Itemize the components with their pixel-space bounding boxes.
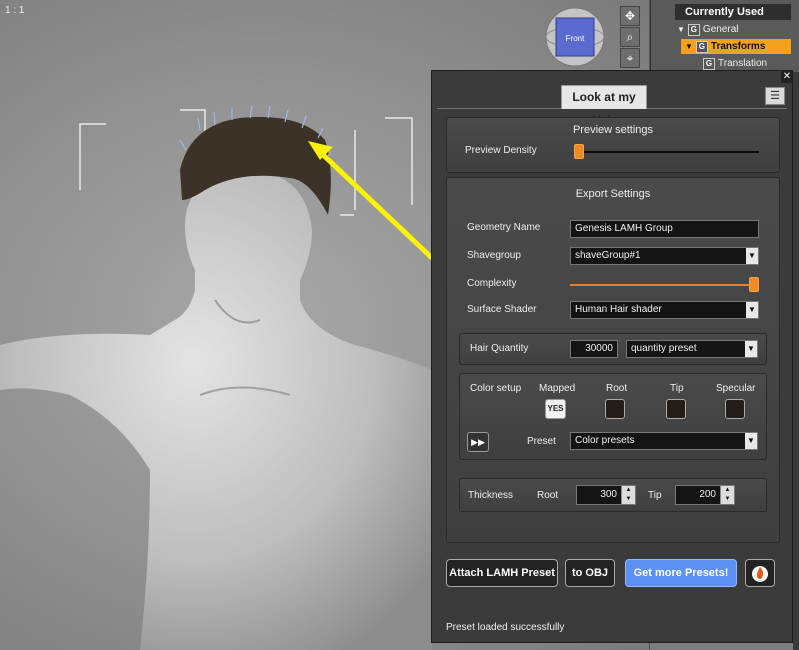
thickness-tip-value: 200 [699, 489, 716, 500]
thickness-tip-label: Tip [648, 490, 662, 501]
quantity-preset-value: quantity preset [631, 343, 697, 354]
stepper-buttons[interactable]: ▲ ▼ [621, 486, 635, 504]
nav-cube-label: Front [566, 34, 585, 43]
color-setup-label: Color setup [470, 383, 522, 394]
mapped-label: Mapped [539, 383, 576, 394]
tree-item-label: General [702, 24, 739, 35]
group-icon: G [703, 57, 715, 70]
geometry-name-input[interactable]: Genesis LAMH Group [570, 220, 759, 238]
surface-shader-label: Surface Shader [467, 304, 537, 315]
chevron-up-icon[interactable]: ▲ [721, 486, 734, 495]
color-preset-label: Preset [527, 436, 556, 447]
shavegroup-select[interactable]: shaveGroup#1 ▼ [570, 247, 759, 265]
tree-item-general[interactable]: ▼ G General [677, 22, 791, 37]
root-color-swatch[interactable] [605, 399, 625, 419]
complexity-slider[interactable] [749, 277, 760, 292]
expand-icon[interactable]: ▼ [677, 22, 685, 37]
expand-icon[interactable]: ▼ [685, 39, 693, 54]
chevron-down-icon[interactable]: ▼ [746, 302, 758, 318]
chevron-down-icon[interactable]: ▼ [746, 248, 758, 264]
preview-density-track[interactable] [575, 151, 759, 153]
hair-quantity-group: Hair Quantity 30000 quantity preset ▼ [459, 333, 767, 365]
geometry-name-label: Geometry Name [467, 222, 541, 233]
preview-settings-group: Preview settings Preview Density [446, 117, 780, 173]
panel-menu-icon[interactable]: ☰ [765, 87, 785, 105]
thickness-root-value: 300 [600, 489, 617, 500]
close-button[interactable]: ✕ [781, 71, 793, 83]
get-more-presets-button[interactable]: Get more Presets! [625, 559, 737, 587]
body-shape [0, 169, 432, 650]
chevron-down-icon[interactable]: ▼ [721, 495, 734, 504]
surface-shader-select[interactable]: Human Hair shader ▼ [570, 301, 759, 319]
chevron-down-icon[interactable]: ▼ [745, 341, 757, 357]
group-icon: G [695, 40, 708, 53]
apply-color-button[interactable]: ▶▶ [467, 432, 489, 452]
to-obj-button[interactable]: to OBJ [565, 559, 615, 587]
thickness-label: Thickness [468, 490, 514, 501]
navigation-cube[interactable]: Front [544, 6, 606, 68]
thickness-root-label: Root [537, 490, 559, 501]
tab-bar: Look at my Hair ☰ [437, 85, 787, 127]
chevron-up-icon[interactable]: ▲ [622, 486, 635, 495]
group-icon: G [687, 23, 700, 36]
mapped-toggle[interactable]: YES [545, 399, 566, 419]
tree-header: Currently Used [675, 4, 791, 20]
color-preset-select[interactable]: Color presets ▼ [570, 432, 758, 450]
shavegroup-label: Shavegroup [467, 250, 521, 261]
tip-color-label: Tip [670, 383, 684, 394]
preview-density-slider[interactable] [573, 144, 584, 159]
color-preset-value: Color presets [575, 435, 635, 446]
quantity-preset-select[interactable]: quantity preset ▼ [626, 340, 758, 358]
pan-icon[interactable]: ✥ [620, 6, 640, 26]
tree-item-label: Transforms [710, 41, 766, 52]
look-at-my-hair-panel: ✕ Look at my Hair ☰ Preview settings Pre… [431, 70, 793, 643]
export-settings-title: Export Settings [575, 188, 651, 200]
specular-color-swatch[interactable] [725, 399, 745, 419]
root-color-label: Root [606, 383, 628, 394]
flame-icon [752, 566, 768, 582]
thickness-root-stepper[interactable]: 300 ▲ ▼ [576, 485, 636, 505]
preview-density-label: Preview Density [465, 145, 537, 156]
status-message: Preset loaded successfully [446, 622, 565, 633]
attach-lamh-preset-button[interactable]: Attach LAMH Preset [446, 559, 558, 587]
parameter-tree: Currently Used ▼ G General ▼ G Transform… [650, 0, 799, 72]
specular-color-label: Specular [716, 383, 756, 394]
frame-icon[interactable]: ⌖ [620, 48, 640, 68]
stepper-buttons[interactable]: ▲ ▼ [720, 486, 734, 504]
viewport-ratio-label: 1 : 1 [5, 5, 25, 16]
surface-shader-value: Human Hair shader [575, 304, 662, 315]
preview-settings-title: Preview settings [572, 124, 654, 136]
tree-item-translation[interactable]: G Translation [703, 56, 791, 71]
chevron-down-icon[interactable]: ▼ [745, 433, 757, 449]
right-side-strip [793, 72, 799, 650]
tree-item-label: Translation [718, 58, 768, 69]
complexity-label: Complexity [467, 278, 517, 289]
chevron-down-icon[interactable]: ▼ [622, 495, 635, 504]
thickness-group: Thickness Root 300 ▲ ▼ Tip 200 ▲ ▼ [459, 478, 767, 512]
zoom-icon[interactable]: ⌕ [620, 27, 640, 47]
tree-item-transforms[interactable]: ▼ G Transforms [681, 39, 791, 54]
thickness-tip-stepper[interactable]: 200 ▲ ▼ [675, 485, 735, 505]
complexity-fill [570, 284, 758, 286]
tab-look-at-my-hair[interactable]: Look at my Hair [561, 85, 647, 127]
lamh-logo-button[interactable] [745, 559, 775, 587]
hair-quantity-label: Hair Quantity [470, 343, 529, 354]
color-setup-group: Color setup Mapped Root Tip Specular YES… [459, 373, 767, 460]
tip-color-swatch[interactable] [666, 399, 686, 419]
hair-quantity-input[interactable]: 30000 [570, 340, 618, 358]
shavegroup-value: shaveGroup#1 [575, 250, 641, 261]
export-settings-group: Export Settings Geometry Name Genesis LA… [446, 177, 780, 543]
